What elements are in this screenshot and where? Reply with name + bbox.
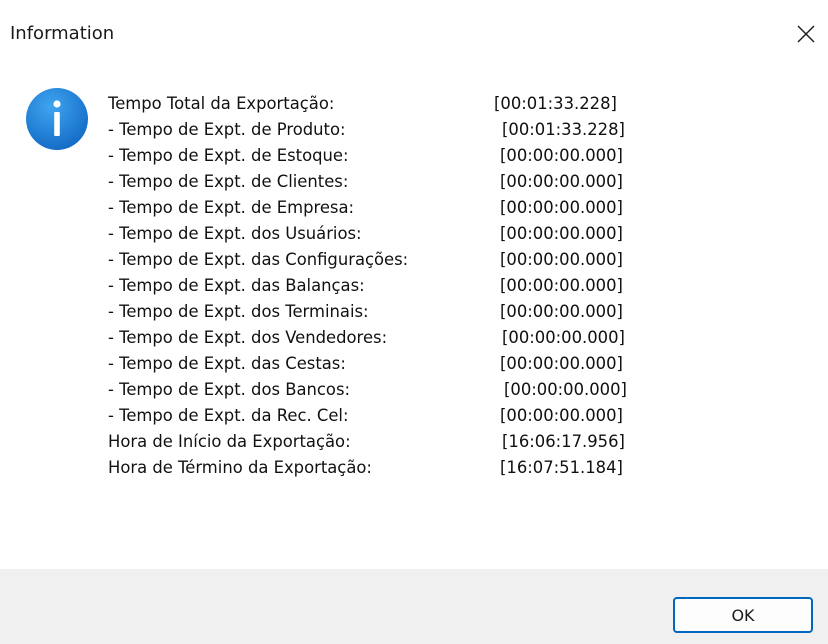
title-bar: Information bbox=[0, 0, 828, 62]
row-label: - Tempo de Expt. das Balanças: bbox=[108, 276, 365, 295]
row-value: [00:00:00.000] bbox=[500, 406, 623, 425]
row-label: Tempo Total da Exportação: bbox=[108, 94, 335, 113]
row-label: - Tempo de Expt. das Configurações: bbox=[108, 250, 409, 269]
row-label: - Tempo de Expt. de Clientes: bbox=[108, 172, 349, 191]
dialog-title: Information bbox=[10, 23, 115, 44]
row-value: [00:00:00.000] bbox=[500, 354, 623, 373]
row-label: - Tempo de Expt. dos Usuários: bbox=[108, 224, 362, 243]
row-label: - Tempo de Expt. de Produto: bbox=[108, 120, 346, 139]
info-icon bbox=[26, 88, 88, 150]
row-value: [00:00:00.000] bbox=[504, 380, 627, 399]
row-value: [00:01:33.228] bbox=[494, 94, 617, 113]
close-icon bbox=[797, 25, 815, 43]
row-label: Hora de Início da Exportação: bbox=[108, 432, 351, 451]
row-value: [00:00:00.000] bbox=[500, 224, 623, 243]
row-value: [00:00:00.000] bbox=[500, 146, 623, 165]
information-dialog: Information Tempo Total da Exportação: [0… bbox=[0, 0, 828, 644]
row-label: Hora de Término da Exportação: bbox=[108, 458, 372, 477]
row-value: [00:00:00.000] bbox=[502, 328, 625, 347]
row-value: [00:00:00.000] bbox=[500, 302, 623, 321]
close-button[interactable] bbox=[784, 12, 828, 56]
row-label: - Tempo de Expt. de Estoque: bbox=[108, 146, 349, 165]
row-value: [00:01:33.228] bbox=[502, 120, 625, 139]
row-label: - Tempo de Expt. de Empresa: bbox=[108, 198, 355, 217]
row-label: - Tempo de Expt. das Cestas: bbox=[108, 354, 346, 373]
row-label: - Tempo de Expt. da Rec. Cel: bbox=[108, 406, 349, 425]
row-value: [00:00:00.000] bbox=[500, 198, 623, 217]
row-value: [00:00:00.000] bbox=[500, 276, 623, 295]
row-value: [00:00:00.000] bbox=[500, 172, 623, 191]
row-label: - Tempo de Expt. dos Vendedores: bbox=[108, 328, 388, 347]
row-value: [00:00:00.000] bbox=[500, 250, 623, 269]
row-value: [16:07:51.184] bbox=[500, 458, 623, 477]
ok-button[interactable]: OK bbox=[673, 597, 813, 633]
row-label: - Tempo de Expt. dos Bancos: bbox=[108, 380, 351, 399]
button-bar: OK bbox=[0, 569, 828, 644]
row-label: - Tempo de Expt. dos Terminais: bbox=[108, 302, 369, 321]
row-value: [16:06:17.956] bbox=[502, 432, 625, 451]
